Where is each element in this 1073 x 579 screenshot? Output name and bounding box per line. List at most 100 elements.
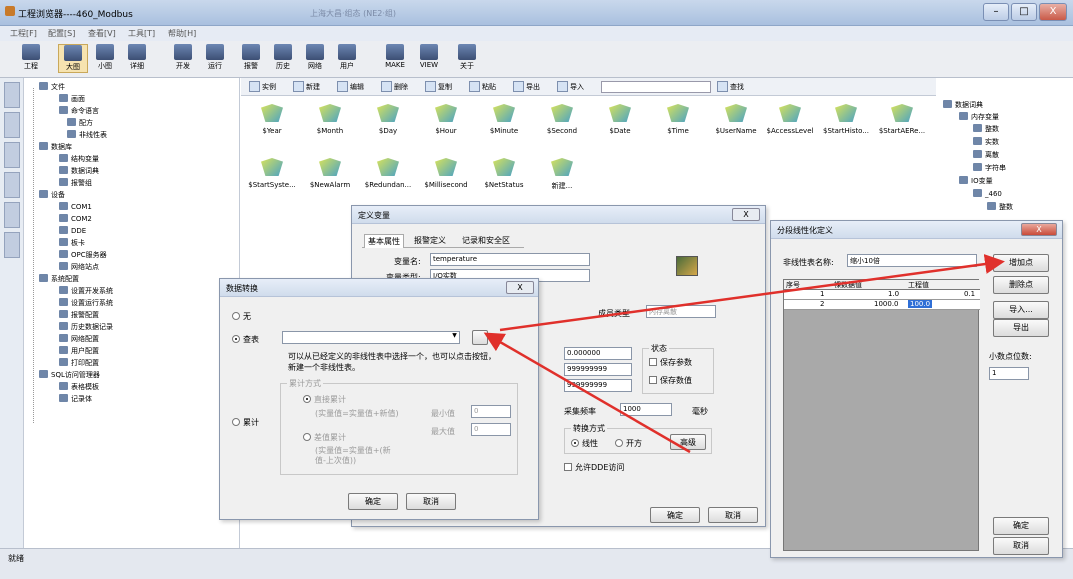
tree-item[interactable]: 设置运行系统: [59, 298, 113, 308]
tree-item[interactable]: COM2: [59, 214, 92, 223]
category-visual-icon[interactable]: [4, 202, 20, 228]
rtree-item[interactable]: 数据词典: [943, 100, 983, 110]
toolbar-project-button[interactable]: 工程: [16, 44, 46, 71]
tree-item[interactable]: 结构变量: [59, 154, 99, 164]
tree-item[interactable]: DDE: [59, 226, 86, 235]
cancel-button[interactable]: 取消: [993, 537, 1049, 555]
table-name-input[interactable]: 缩小10倍: [847, 254, 977, 267]
tree-item[interactable]: 画面: [59, 94, 85, 104]
variable-picture-icon[interactable]: [676, 256, 698, 276]
lookup-radio[interactable]: 查表: [232, 334, 259, 345]
allow-dde-checkbox[interactable]: 允许DDE访问: [564, 462, 624, 473]
variable-item[interactable]: $StartSyste...: [241, 158, 303, 189]
rtree-item[interactable]: IO变量: [959, 176, 993, 186]
rtree-item[interactable]: _460: [973, 189, 1002, 198]
variable-item[interactable]: $UserName: [705, 104, 767, 135]
toolbar-small-icons-button[interactable]: 小图: [90, 44, 120, 71]
category-system-icon[interactable]: [4, 82, 20, 108]
tree-item[interactable]: 网络站点: [59, 262, 99, 272]
toolbar-user-button[interactable]: 用户: [332, 44, 362, 71]
tree-item-system-config[interactable]: 系统配置: [39, 274, 79, 284]
variable-item[interactable]: 新建...: [531, 158, 593, 191]
tree-item[interactable]: 记录体: [59, 394, 92, 404]
diff-accum-radio[interactable]: 差值累计: [303, 432, 346, 443]
dropdown-arrow-icon[interactable]: ▼: [450, 332, 459, 343]
max-raw2-input[interactable]: 999999999: [564, 379, 632, 392]
import-button[interactable]: 导入...: [993, 301, 1049, 319]
toolbar-details-button[interactable]: 详细: [122, 44, 152, 71]
rtree-item[interactable]: 字符串: [973, 163, 1006, 173]
cancel-button[interactable]: 取消: [406, 493, 456, 510]
tab-record[interactable]: 记录和安全区: [462, 235, 510, 246]
tree-item[interactable]: 用户配置: [59, 346, 99, 356]
tree-item-database[interactable]: 数据库: [39, 142, 72, 152]
tree-item-sql[interactable]: SQL访问管理器: [39, 370, 100, 380]
tab-basic[interactable]: 基本属性: [364, 234, 404, 248]
var-name-input[interactable]: temperature: [430, 253, 590, 266]
tree-item[interactable]: OPC服务器: [59, 250, 107, 260]
table-row[interactable]: 2 1000.0 100.0: [784, 300, 980, 310]
variable-item[interactable]: $StartAERe...: [871, 104, 933, 135]
delete-button[interactable]: 删除: [381, 81, 408, 92]
tree-item[interactable]: 板卡: [59, 238, 85, 248]
table-row[interactable]: 1 1.0 0.1: [784, 290, 980, 300]
search-button[interactable]: 查找: [717, 81, 744, 92]
rtree-item[interactable]: 整数: [987, 202, 1013, 212]
advanced-button[interactable]: 高级: [670, 434, 706, 450]
min-input[interactable]: 0: [471, 405, 511, 418]
rtree-item[interactable]: 实数: [973, 137, 999, 147]
toolbar-make-button[interactable]: MAKE: [378, 44, 412, 69]
toolbar-develop-button[interactable]: 开发: [168, 44, 198, 71]
maximize-button[interactable]: □: [1011, 3, 1037, 21]
tree-item[interactable]: 历史数据记录: [59, 322, 113, 332]
variable-item[interactable]: $NetStatus: [473, 158, 535, 189]
category-settings-icon[interactable]: [4, 232, 20, 258]
variable-item[interactable]: $Date: [589, 104, 651, 135]
variable-item[interactable]: $Minute: [473, 104, 535, 135]
ok-button[interactable]: 确定: [993, 517, 1049, 535]
tree-item-device[interactable]: 设备: [39, 190, 65, 200]
toolbar-large-icons-button[interactable]: 大图: [58, 44, 88, 73]
toolbar-view-button[interactable]: VIEW: [412, 44, 446, 69]
tree-item[interactable]: 打印配置: [59, 358, 99, 368]
category-station-icon[interactable]: [4, 142, 20, 168]
close-button[interactable]: X: [1039, 3, 1067, 21]
variable-item[interactable]: $Second: [531, 104, 593, 135]
variable-item[interactable]: $Year: [241, 104, 303, 135]
decimals-input[interactable]: 1: [989, 367, 1029, 380]
member-type-select[interactable]: 内存离散: [646, 305, 716, 318]
menu-help[interactable]: 帮助[H]: [168, 28, 196, 39]
none-radio[interactable]: 无: [232, 311, 251, 322]
menu-config[interactable]: 配置[S]: [48, 28, 75, 39]
tree-item[interactable]: 非线性表: [67, 130, 107, 140]
menu-tools[interactable]: 工具[T]: [128, 28, 155, 39]
close-button[interactable]: X: [1021, 223, 1057, 236]
toolbar-alarm-button[interactable]: 报警: [236, 44, 266, 71]
menu-view[interactable]: 查看[V]: [88, 28, 116, 39]
toolbar-history-button[interactable]: 历史: [268, 44, 298, 71]
tree-item[interactable]: 命令语言: [59, 106, 99, 116]
new-table-button[interactable]: [472, 330, 488, 345]
tree-item[interactable]: 设置开发系统: [59, 286, 113, 296]
lookup-table-select[interactable]: [282, 331, 460, 344]
minimize-button[interactable]: –: [983, 3, 1009, 21]
export-button[interactable]: 导出: [513, 81, 540, 92]
variable-item[interactable]: $StartHisto...: [815, 104, 877, 135]
direct-accum-radio[interactable]: 直接累计: [303, 394, 346, 405]
variable-item[interactable]: $Month: [299, 104, 361, 135]
copy-button[interactable]: 复制: [425, 81, 452, 92]
category-variable-icon[interactable]: [4, 112, 20, 138]
variable-item[interactable]: $NewAlarm: [299, 158, 361, 189]
new-button[interactable]: 新建: [293, 81, 320, 92]
variable-item[interactable]: $Millisecond: [415, 158, 477, 189]
tree-item[interactable]: 数据词典: [59, 166, 99, 176]
paste-button[interactable]: 粘贴: [469, 81, 496, 92]
add-point-button[interactable]: 增加点: [993, 254, 1049, 272]
rtree-item[interactable]: 整数: [973, 124, 999, 134]
toolbar-about-button[interactable]: 关于: [452, 44, 482, 71]
save-value-checkbox[interactable]: 保存数值: [649, 375, 692, 386]
ok-button[interactable]: 确定: [650, 507, 700, 523]
min-raw-input[interactable]: 0.000000: [564, 347, 632, 360]
accum-radio[interactable]: 累计: [232, 417, 259, 428]
tree-item[interactable]: 配方: [67, 118, 93, 128]
